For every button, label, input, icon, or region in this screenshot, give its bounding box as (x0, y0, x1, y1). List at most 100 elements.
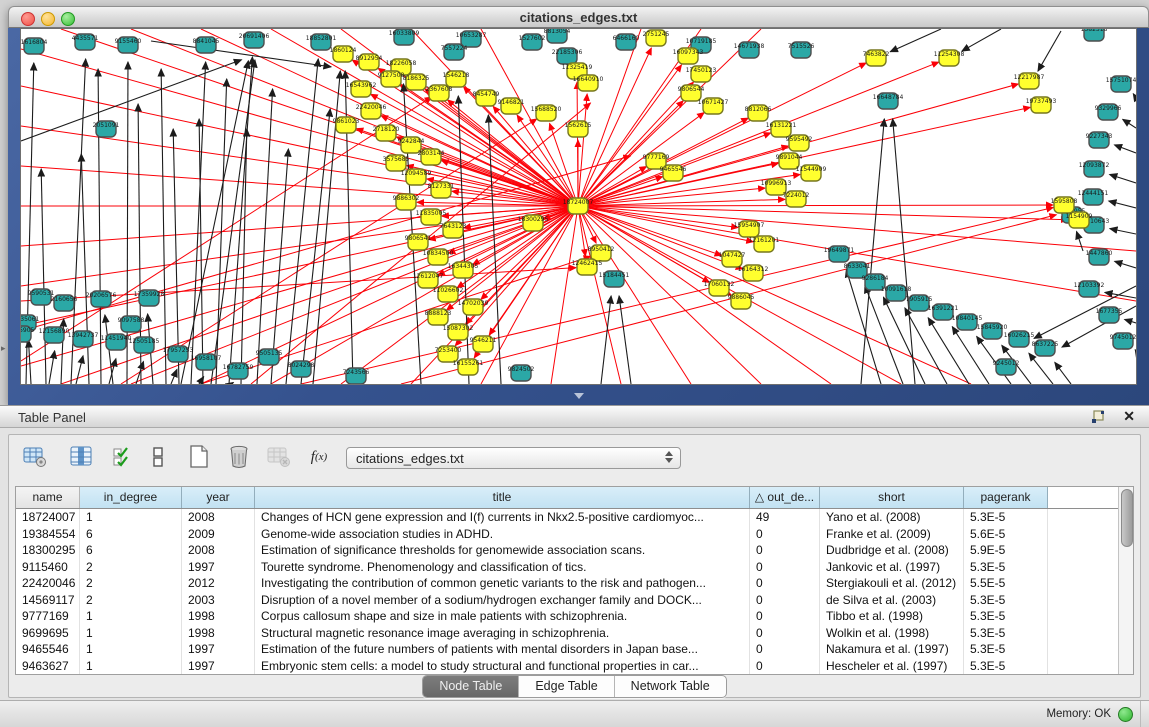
table-cell[interactable]: 5.3E-5 (964, 592, 1048, 609)
table-cell[interactable]: 5.3E-5 (964, 608, 1048, 625)
float-window-icon[interactable] (1091, 410, 1105, 424)
table-cell[interactable]: 1 (80, 608, 182, 625)
table-cell[interactable]: 5.3E-5 (964, 559, 1048, 576)
table-cell[interactable]: 2 (80, 559, 182, 576)
table-cell[interactable]: Jankovic et al. (1997) (820, 559, 964, 576)
column-header-year[interactable]: year (182, 487, 255, 508)
table-cell[interactable]: 5.3E-5 (964, 509, 1048, 526)
table-cell[interactable]: 22420046 (16, 575, 80, 592)
table-row[interactable]: 2242004622012Investigating the contribut… (16, 575, 1133, 592)
table-cell[interactable]: de Silva et al. (2003) (820, 592, 964, 609)
table-cell[interactable]: 2003 (182, 592, 255, 609)
table-cell[interactable]: Genome-wide association studies in ADHD. (255, 526, 750, 543)
table-cell[interactable]: Yano et al. (2008) (820, 509, 964, 526)
tab-node-table[interactable]: Node Table (423, 676, 519, 697)
column-header-out_de...[interactable]: △ out_de... (750, 487, 820, 508)
table-cell[interactable]: 0 (750, 658, 820, 675)
table-cell[interactable]: Tourette syndrome. Phenomenology and cla… (255, 559, 750, 576)
tab-edge-table[interactable]: Edge Table (519, 676, 614, 697)
table-cell[interactable]: 2009 (182, 526, 255, 543)
table-cell[interactable]: 6 (80, 542, 182, 559)
table-cell[interactable]: Estimation of the future numbers of pati… (255, 641, 750, 658)
table-cell[interactable]: 1 (80, 658, 182, 675)
table-cell[interactable]: 0 (750, 641, 820, 658)
table-cell[interactable]: Disruption of a novel member of a sodium… (255, 592, 750, 609)
window-titlebar[interactable]: citations_edges.txt (8, 6, 1149, 28)
table-cell[interactable]: 5.3E-5 (964, 641, 1048, 658)
table-cell[interactable]: 5.3E-5 (964, 625, 1048, 642)
table-cell[interactable]: 0 (750, 542, 820, 559)
table-cell[interactable]: 1 (80, 625, 182, 642)
delete-table-icon[interactable] (265, 443, 293, 471)
table-cell[interactable]: Estimation of significance thresholds fo… (255, 542, 750, 559)
table-cell[interactable]: 1 (80, 509, 182, 526)
column-header-name[interactable]: name (16, 487, 80, 508)
show-columns-icon[interactable] (67, 443, 95, 471)
table-cell[interactable]: 1997 (182, 559, 255, 576)
column-header-in_degree[interactable]: in_degree (80, 487, 182, 508)
table-cell[interactable]: Nakamura et al. (1997) (820, 641, 964, 658)
table-cell[interactable]: 2 (80, 592, 182, 609)
table-row[interactable]: 946362711997Embryonic stem cells: a mode… (16, 658, 1133, 675)
splitter-collapse-arrow[interactable]: ▸ (1, 343, 6, 354)
table-cell[interactable]: 1998 (182, 608, 255, 625)
column-header-title[interactable]: title (255, 487, 750, 508)
network-canvas[interactable]: 1616804443557191554608841045206914061885… (20, 28, 1137, 385)
table-cell[interactable]: 5.6E-5 (964, 526, 1048, 543)
table-cell[interactable]: 1998 (182, 625, 255, 642)
table-cell[interactable]: 49 (750, 509, 820, 526)
vertical-scrollbar[interactable] (1118, 487, 1133, 674)
table-cell[interactable]: Embryonic stem cells: a model to study s… (255, 658, 750, 675)
table-row[interactable]: 1830029562008Estimation of significance … (16, 542, 1133, 559)
table-cell[interactable]: 0 (750, 526, 820, 543)
table-cell[interactable]: Hescheler et al. (1997) (820, 658, 964, 675)
table-cell[interactable]: 2008 (182, 542, 255, 559)
table-cell[interactable]: Investigating the contribution of common… (255, 575, 750, 592)
scrollbar-thumb[interactable] (1121, 489, 1133, 547)
table-cell[interactable]: 14569117 (16, 592, 80, 609)
memory-ok-indicator[interactable] (1118, 707, 1133, 722)
table-cell[interactable]: Structural magnetic resonance image aver… (255, 625, 750, 642)
table-cell[interactable]: 2012 (182, 575, 255, 592)
table-cell[interactable]: 2 (80, 575, 182, 592)
table-row[interactable]: 911546021997Tourette syndrome. Phenomeno… (16, 559, 1133, 576)
table-cell[interactable]: 0 (750, 559, 820, 576)
table-cell[interactable]: 9465546 (16, 641, 80, 658)
table-cell[interactable]: 0 (750, 575, 820, 592)
table-cell[interactable]: 6 (80, 526, 182, 543)
table-cell[interactable]: 9463627 (16, 658, 80, 675)
new-column-icon[interactable] (185, 443, 213, 471)
select-columns-icon[interactable] (109, 443, 137, 471)
delete-column-icon[interactable] (225, 443, 253, 471)
table-row[interactable]: 1938455462009Genome-wide association stu… (16, 526, 1133, 543)
tab-network-table[interactable]: Network Table (615, 676, 726, 697)
table-cell[interactable]: 9777169 (16, 608, 80, 625)
table-cell[interactable]: Wolkin et al. (1998) (820, 625, 964, 642)
table-cell[interactable]: 2008 (182, 509, 255, 526)
table-row[interactable]: 1872400712008Changes of HCN gene express… (16, 509, 1133, 526)
table-cell[interactable]: 5.9E-5 (964, 542, 1048, 559)
table-cell[interactable]: 19384554 (16, 526, 80, 543)
table-settings-icon[interactable] (21, 443, 49, 471)
table-row[interactable]: 946554611997Estimation of the future num… (16, 641, 1133, 658)
function-builder-icon[interactable]: f(x) (305, 443, 333, 471)
table-cell[interactable]: 1 (80, 641, 182, 658)
table-cell[interactable]: Franke et al. (2009) (820, 526, 964, 543)
table-row[interactable]: 977716911998Corpus callosum shape and si… (16, 608, 1133, 625)
column-header-pagerank[interactable]: pagerank (964, 487, 1048, 508)
table-cell[interactable]: 0 (750, 625, 820, 642)
table-cell[interactable]: Tibbo et al. (1998) (820, 608, 964, 625)
rows-icon[interactable] (144, 443, 172, 471)
table-cell[interactable]: 1997 (182, 658, 255, 675)
table-cell[interactable]: Stergiakouli et al. (2012) (820, 575, 964, 592)
table-cell[interactable]: Changes of HCN gene expression and I(f) … (255, 509, 750, 526)
resize-grip[interactable] (1140, 701, 1141, 727)
table-cell[interactable]: 18300295 (16, 542, 80, 559)
table-cell[interactable]: 0 (750, 608, 820, 625)
table-cell[interactable]: Corpus callosum shape and size in male p… (255, 608, 750, 625)
table-cell[interactable]: 5.5E-5 (964, 575, 1048, 592)
table-cell[interactable]: 5.3E-5 (964, 658, 1048, 675)
close-panel-icon[interactable]: ✕ (1123, 408, 1135, 425)
column-header-short[interactable]: short (820, 487, 964, 508)
table-cell[interactable]: 0 (750, 592, 820, 609)
